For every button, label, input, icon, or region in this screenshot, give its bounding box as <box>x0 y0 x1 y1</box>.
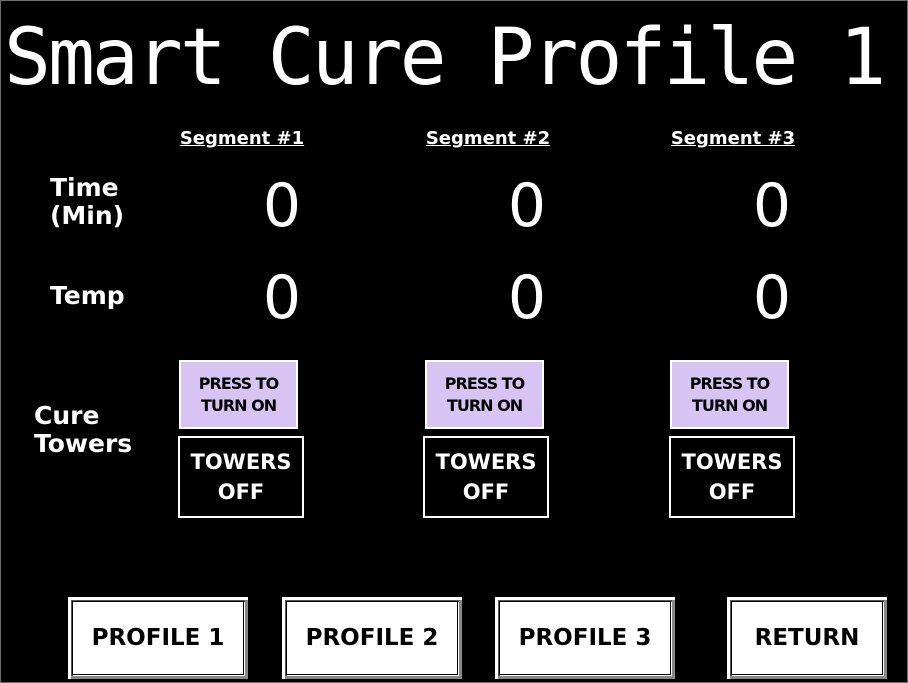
return-button[interactable]: RETURN <box>726 596 888 680</box>
segment-1-status-line1: TOWERS <box>190 450 292 474</box>
segment-3-status-line2: OFF <box>708 480 756 504</box>
cure-towers-label: Cure Towers <box>34 402 132 458</box>
page-title: Smart Cure Profile 1 <box>4 13 886 103</box>
segment-1-status-line2: OFF <box>217 480 265 504</box>
segment-2-status-line2: OFF <box>462 480 510 504</box>
segment-2-towers-on-button[interactable]: PRESS TO TURN ON <box>425 360 544 429</box>
segment-1-press-line2: TURN ON <box>200 395 277 415</box>
time-label-line2: (Min) <box>50 201 125 230</box>
cure-towers-label-line2: Towers <box>34 429 133 458</box>
segment-2-status-line1: TOWERS <box>435 450 537 474</box>
segment-3-header: Segment #3 <box>670 128 796 149</box>
segment-1-towers-on-button[interactable]: PRESS TO TURN ON <box>179 360 298 429</box>
segment-1-press-line1: PRESS TO <box>198 373 279 393</box>
segment-2-press-line1: PRESS TO <box>444 373 525 393</box>
segment-1-temp-value[interactable]: 0 <box>237 263 327 333</box>
segment-3-status-line1: TOWERS <box>681 450 783 474</box>
segment-2-header: Segment #2 <box>425 128 551 149</box>
segment-3-press-line1: PRESS TO <box>689 373 770 393</box>
segment-2-temp-value[interactable]: 0 <box>482 263 572 333</box>
profile-1-button[interactable]: PROFILE 1 <box>67 596 249 680</box>
segment-2-press-line2: TURN ON <box>446 395 523 415</box>
segment-3-press-line2: TURN ON <box>691 395 768 415</box>
segment-1-towers-status: TOWERS OFF <box>178 436 304 518</box>
segment-1-time-value[interactable]: 0 <box>237 171 327 241</box>
time-label: Time (Min) <box>50 174 124 230</box>
temp-label: Temp <box>50 281 125 310</box>
cure-towers-label-line1: Cure <box>34 401 100 430</box>
profile-3-button[interactable]: PROFILE 3 <box>494 596 676 680</box>
segment-2-towers-status: TOWERS OFF <box>423 436 549 518</box>
segment-2-time-value[interactable]: 0 <box>482 171 572 241</box>
segment-3-time-value[interactable]: 0 <box>727 171 817 241</box>
segment-1-header: Segment #1 <box>179 128 305 149</box>
profile-2-button[interactable]: PROFILE 2 <box>281 596 463 680</box>
segment-3-towers-on-button[interactable]: PRESS TO TURN ON <box>670 360 789 429</box>
time-label-line1: Time <box>50 173 119 202</box>
segment-3-temp-value[interactable]: 0 <box>727 263 817 333</box>
segment-3-towers-status: TOWERS OFF <box>669 436 795 518</box>
